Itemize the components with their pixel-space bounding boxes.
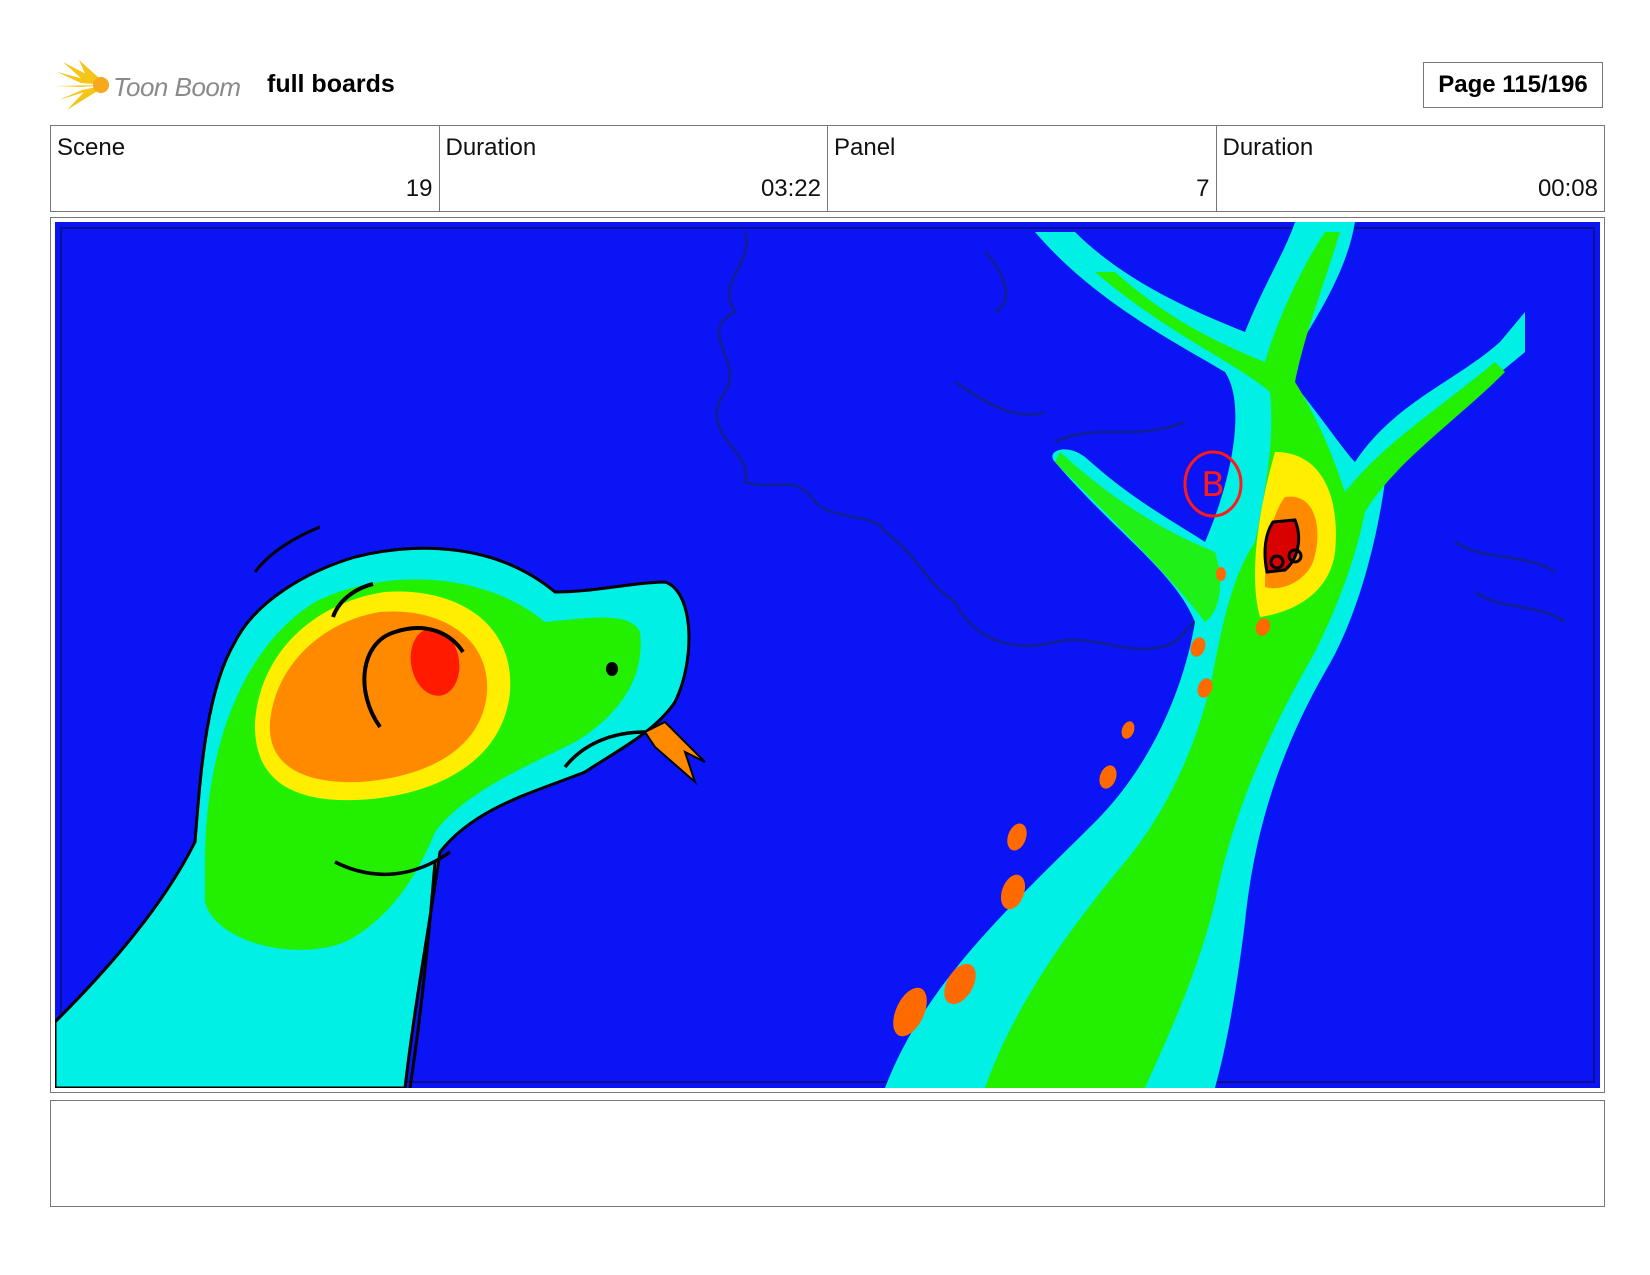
toon-boom-logo: Toon Boom <box>55 58 250 112</box>
logo-text: Toon Boom <box>113 72 241 102</box>
scene-duration-value: 03:22 <box>760 175 821 202</box>
starburst-logo-icon <box>55 60 109 110</box>
storyboard-drawing: B <box>55 222 1600 1088</box>
page-number-box: Page 115/196 <box>1423 62 1603 108</box>
storyboard-page: Toon Boom full boards Page 115/196 Scene… <box>0 0 1650 1275</box>
document-title: full boards <box>267 70 395 98</box>
panel-duration-label: Duration <box>1222 134 1314 161</box>
caption-box <box>50 1100 1605 1207</box>
scene-label: Scene <box>57 134 126 161</box>
scene-cell: Scene 19 <box>51 126 440 211</box>
panel-image-frame: B <box>50 217 1605 1093</box>
panel-info-table: Scene 19 Duration 03:22 Panel 7 Duration… <box>50 125 1605 212</box>
page-header: Toon Boom full boards Page 115/196 <box>50 52 1605 112</box>
scene-value: 19 <box>405 175 433 202</box>
creature-nostril <box>606 662 618 676</box>
panel-value: 7 <box>1196 175 1210 202</box>
scene-duration-label: Duration <box>445 134 537 161</box>
page-number: Page 115/196 <box>1438 71 1588 98</box>
panel-duration-cell: Duration 00:08 <box>1217 126 1605 211</box>
scene-duration-cell: Duration 03:22 <box>440 126 828 211</box>
annotation-label: B <box>1201 465 1224 505</box>
panel-label: Panel <box>834 134 896 161</box>
panel-cell: Panel 7 <box>828 126 1217 211</box>
panel-duration-value: 00:08 <box>1537 175 1598 202</box>
